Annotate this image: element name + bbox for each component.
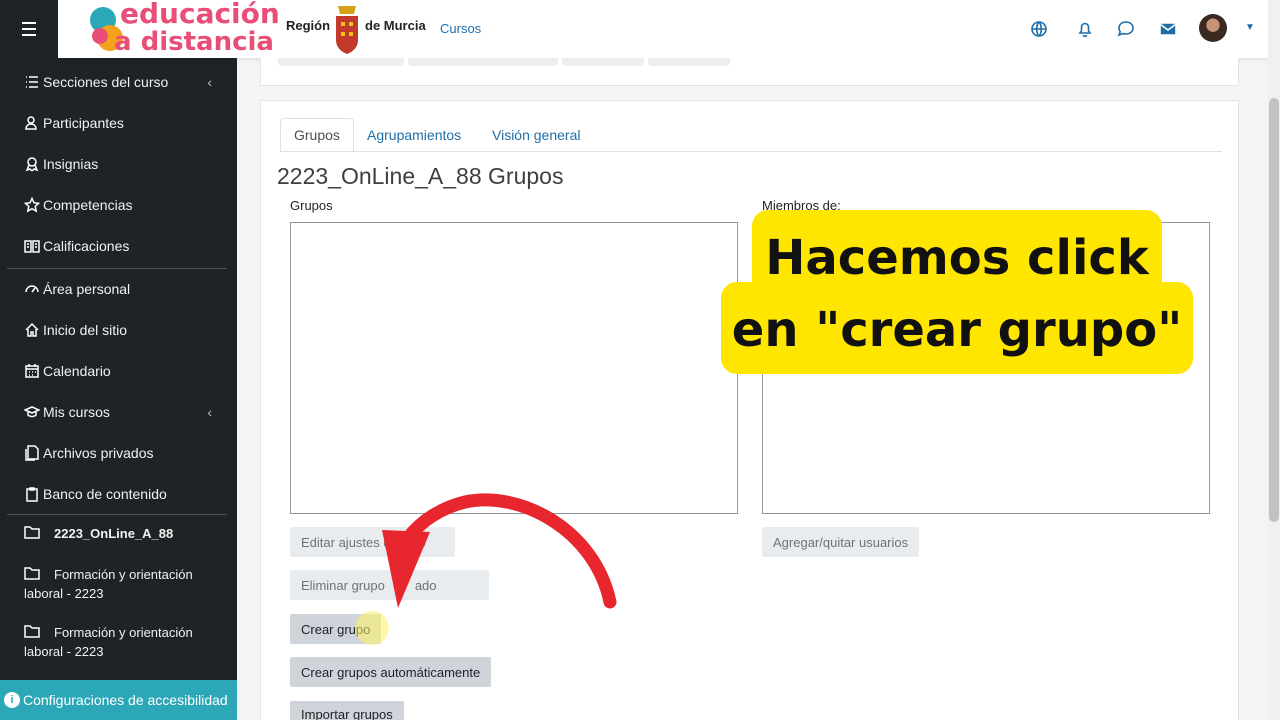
sidebar-divider [7, 268, 227, 269]
sidebar-item-calificaciones[interactable]: Calificaciones [0, 236, 230, 256]
sidebar-item-secciones[interactable]: Secciones del curso ‹ [0, 72, 230, 92]
add-remove-users-button[interactable]: Agregar/quitar usuarios [762, 527, 920, 557]
sidebar-item-archivos[interactable]: Archivos privados [0, 443, 230, 463]
sidebar-item-mis-cursos[interactable]: Mis cursos ‹ [0, 402, 230, 422]
chevron-left-icon: ‹ [207, 404, 212, 420]
page-scrollbar-thumb[interactable] [1269, 98, 1279, 522]
hamburger-icon [22, 20, 36, 38]
mail-icon[interactable] [1158, 19, 1178, 39]
bell-icon[interactable] [1075, 19, 1095, 39]
sidebar-divider [7, 514, 227, 515]
tab-grupos[interactable]: Grupos [280, 118, 354, 152]
region-label-right: de Murcia [365, 18, 426, 33]
sidebar-item-label: Insignias [43, 156, 99, 172]
sidebar-item-label: Área personal [43, 281, 131, 297]
chevron-down-icon[interactable]: ▼ [1245, 22, 1255, 33]
home-icon [23, 321, 41, 339]
sidebar-item-label: Competencias [43, 197, 133, 213]
globe-icon[interactable] [1029, 19, 1049, 39]
sidebar-course-3[interactable]: Formación y orientación laboral - 2223 [24, 623, 224, 661]
tab-vision-general[interactable]: Visión general [479, 118, 593, 152]
book-icon [23, 237, 41, 255]
annotation-text: Hacemos click en "crear grupo" [721, 222, 1193, 366]
breadcrumb [260, 58, 1239, 86]
sidebar-item-competencias[interactable]: Competencias [0, 195, 230, 215]
sidebar-item-label: Mis cursos [43, 404, 110, 420]
logo-line-2: a distancia [114, 27, 274, 57]
logo-line-1: educación [120, 0, 280, 30]
users-icon [23, 114, 41, 132]
avatar[interactable] [1199, 14, 1227, 42]
page-title: 2223_OnLine_A_88 Grupos [277, 163, 564, 189]
course-label: 2223_OnLine_A_88 [54, 526, 174, 541]
sidebar-item-insignias[interactable]: Insignias [0, 154, 230, 174]
sidebar-item-label: Calendario [43, 363, 111, 379]
sidebar-course-1[interactable]: 2223_OnLine_A_88 [24, 524, 224, 543]
star-icon [23, 196, 41, 214]
chat-icon[interactable] [1116, 19, 1136, 39]
sidebar-item-label: Archivos privados [43, 445, 154, 461]
sidebar-item-label: Calificaciones [43, 238, 130, 254]
site-logo[interactable]: educación a distancia [88, 0, 280, 58]
sidebar-item-label: Secciones del curso [43, 74, 169, 90]
annotation-arrow-icon [382, 493, 617, 609]
top-navbar: educación a distancia Región de Murcia C… [58, 0, 1268, 58]
accessibility-icon: i [4, 692, 20, 708]
region-crest-icon [336, 6, 358, 54]
sidebar-item-banco[interactable]: Banco de contenido [0, 484, 230, 504]
region-label-left: Región [286, 18, 331, 33]
menu-toggle-button[interactable] [0, 0, 58, 58]
breadcrumb-item[interactable] [408, 58, 558, 66]
breadcrumb-item[interactable] [648, 58, 730, 66]
sidebar-item-calendario[interactable]: Calendario [0, 361, 230, 381]
groups-list-label: Grupos [290, 198, 333, 213]
graduation-cap-icon [23, 403, 41, 421]
sidebar-item-label: Participantes [43, 115, 124, 131]
list-icon [23, 73, 41, 91]
breadcrumb-item[interactable] [278, 58, 404, 66]
files-icon [23, 444, 41, 462]
annotation-line-1: Hacemos click [765, 230, 1149, 286]
groups-listbox[interactable] [290, 222, 738, 514]
accessibility-label: Configuraciones de accesibilidad [23, 692, 228, 708]
badge-icon [23, 155, 41, 173]
folder-icon [24, 566, 40, 580]
sidebar-item-area-personal[interactable]: Área personal [0, 279, 230, 299]
sidebar-item-label: Banco de contenido [43, 486, 167, 502]
import-groups-button[interactable]: Importar grupos [290, 701, 404, 720]
sidebar-item-label: Inicio del sitio [43, 322, 128, 338]
course-label: Formación y orientación laboral - 2223 [24, 625, 193, 659]
sidebar-item-participantes[interactable]: Participantes [0, 113, 230, 133]
annotation-line-2: en "crear grupo" [731, 302, 1183, 358]
auto-create-groups-button[interactable]: Crear grupos automáticamente [290, 657, 492, 687]
sidebar-course-2[interactable]: Formación y orientación laboral - 2223 [24, 565, 224, 603]
nav-link-cursos[interactable]: Cursos [440, 21, 481, 36]
clipboard-icon [23, 485, 41, 503]
sidebar-item-inicio[interactable]: Inicio del sitio [0, 320, 230, 340]
tab-divider [280, 151, 1222, 152]
folder-icon [24, 624, 40, 638]
chevron-left-icon: ‹ [207, 74, 212, 90]
dashboard-icon [23, 280, 41, 298]
tab-agrupamientos[interactable]: Agrupamientos [354, 118, 474, 152]
folder-icon [24, 525, 40, 539]
calendar-icon [23, 362, 41, 380]
course-label: Formación y orientación laboral - 2223 [24, 567, 193, 601]
accessibility-settings-button[interactable]: i Configuraciones de accesibilidad [0, 680, 237, 720]
breadcrumb-item[interactable] [562, 58, 644, 66]
sidebar [0, 0, 237, 720]
